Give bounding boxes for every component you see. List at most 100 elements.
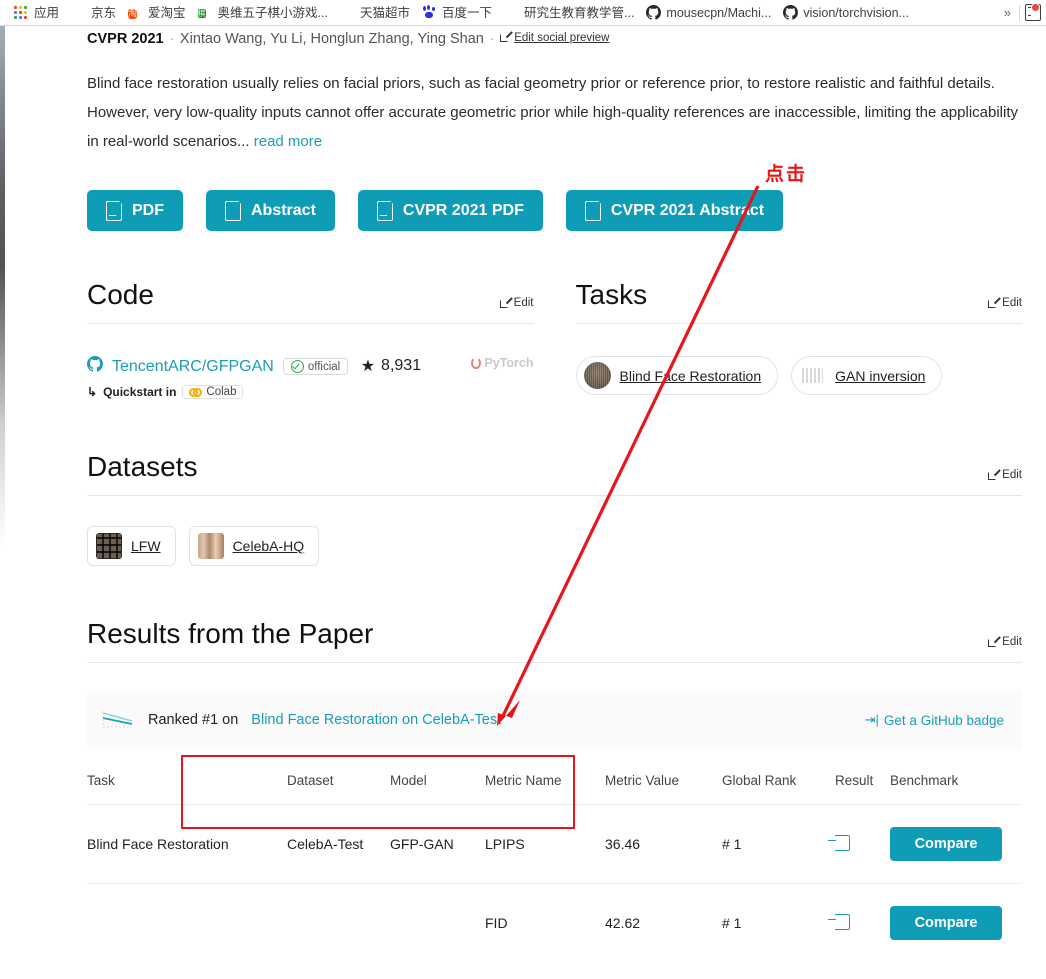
extension-icon[interactable]: [1020, 0, 1046, 26]
code-section: Code Edit TencentARC/GFPGAN official ↳ Q…: [87, 279, 534, 399]
bookmark-item-baidu[interactable]: 百度一下: [416, 3, 498, 22]
results-table: Task Dataset Model Metric Name Metric Va…: [87, 773, 1022, 962]
apps-grid-icon: [14, 5, 29, 20]
pytorch-icon: [471, 357, 482, 369]
task-chip-row: Blind Face Restoration GAN inversion: [575, 356, 1023, 395]
cell-model: GFP-GAN: [390, 836, 454, 852]
tasks-section-header: Tasks Edit: [575, 279, 1022, 324]
cell-metric-name: FID: [485, 883, 605, 962]
edit-tasks-label: Edit: [1002, 297, 1022, 309]
column-header-task: Task: [87, 773, 287, 805]
rank-banner-left: Ranked #1 on Blind Face Restoration on C…: [101, 709, 501, 731]
bookmark-item-game[interactable]: 棋 奥维五子棋小游戏...: [192, 3, 334, 22]
task-chip-label: Blind Face Restoration: [619, 367, 762, 384]
bookmark-item-jd[interactable]: 京东: [65, 3, 122, 22]
edit-results-link[interactable]: Edit: [988, 636, 1022, 650]
task-chip-blind-face-restoration[interactable]: Blind Face Restoration: [575, 356, 779, 395]
cvpr-pdf-button-label: CVPR 2021 PDF: [402, 201, 524, 219]
cell-result: [828, 805, 890, 884]
cell-result: [828, 883, 890, 962]
bookmark-item-taobao[interactable]: 淘 爱淘宝: [122, 3, 192, 22]
framework-badge: PyTorch: [471, 356, 534, 370]
cell-model: [390, 883, 485, 962]
authors-label: Xintao Wang, Yu Li, Honglun Zhang, Ying …: [179, 31, 484, 47]
bookmark-label: mousecpn/Machi...: [666, 5, 772, 20]
compare-button[interactable]: Compare: [890, 906, 1002, 940]
bookmark-label: 应用: [34, 5, 60, 20]
pdf-file-icon: [376, 199, 394, 221]
code-and-tasks-row: Code Edit TencentARC/GFPGAN official ↳ Q…: [87, 279, 1022, 399]
pencil-icon: [988, 637, 999, 648]
results-section: Results from the Paper Edit Ranked #1 on…: [87, 618, 1022, 962]
task-chip-label: GAN inversion: [835, 367, 926, 384]
bookmark-label: 研究生教育教学管...: [524, 5, 635, 20]
column-header-dataset: Dataset: [287, 773, 390, 805]
bookmark-label: 奥维五子棋小游戏...: [217, 5, 328, 20]
edit-datasets-label: Edit: [1002, 469, 1022, 481]
column-header-result: Result: [835, 773, 890, 805]
dataset-card-celeba-hq[interactable]: CelebA-HQ: [188, 526, 320, 566]
cvpr-pdf-button[interactable]: CVPR 2021 PDF: [357, 190, 543, 231]
cell-metric-value: 42.62: [605, 883, 722, 962]
edit-results-label: Edit: [1002, 636, 1022, 648]
bookmark-item-tmall[interactable]: 天猫超市: [334, 3, 416, 22]
compare-button[interactable]: Compare: [890, 827, 1002, 861]
cell-metric-value: 36.46: [605, 836, 641, 852]
pdf-button[interactable]: PDF: [87, 190, 183, 231]
github-icon: [646, 5, 662, 20]
cell-global-rank: # 1: [722, 883, 835, 962]
meta-separator: ·: [489, 31, 495, 46]
rank-benchmark-link[interactable]: Blind Face Restoration on CelebA-Test: [251, 712, 501, 728]
edit-social-preview-label: Edit social preview: [514, 31, 610, 44]
edit-social-preview-link[interactable]: Edit social preview: [500, 32, 609, 44]
bookmark-item-mousecpn[interactable]: mousecpn/Machi...: [640, 3, 777, 22]
file-icon: [584, 199, 602, 221]
quickstart-label: Quickstart in: [103, 385, 177, 399]
green-app-icon: 棋: [197, 9, 206, 18]
dataset-card-row: LFW CelebA-HQ: [87, 526, 1022, 566]
table-row: Blind Face Restoration CelebA-Test GFP-G…: [87, 805, 1022, 884]
check-circle-icon: [290, 360, 304, 373]
pdf-button-label: PDF: [132, 201, 164, 219]
repo-link[interactable]: TencentARC/GFPGAN: [112, 358, 274, 376]
corner-arrow-icon: ↳: [87, 385, 98, 399]
bookmark-label: 爱淘宝: [148, 5, 186, 20]
code-section-title: Code: [87, 279, 154, 310]
dataset-card-label: LFW: [131, 538, 161, 554]
meta-separator: ·: [169, 31, 174, 46]
datasets-section-header: Datasets Edit: [87, 451, 1022, 496]
colab-label: Colab: [206, 386, 237, 398]
bookmark-item-edu[interactable]: 研究生教育教学管...: [498, 3, 640, 22]
enter-arrow-icon: [828, 834, 850, 851]
bookmarks-overflow-button[interactable]: »: [995, 5, 1019, 20]
abstract-button[interactable]: Abstract: [206, 190, 335, 231]
column-header-global-rank: Global Rank: [722, 773, 835, 805]
cell-global-rank: # 1: [722, 836, 742, 852]
result-detail-link[interactable]: [828, 834, 850, 854]
face-thumbnail-icon: [583, 362, 611, 389]
bookmark-bar: 应用 京东 淘 爱淘宝 棋 奥维五子棋小游戏... 天猫超市 百度一下 研究生教…: [0, 0, 1046, 26]
baidu-paw-icon: [422, 5, 437, 20]
framework-label: PyTorch: [484, 356, 534, 370]
read-more-link[interactable]: read more: [254, 133, 322, 150]
edit-tasks-link[interactable]: Edit: [988, 297, 1022, 311]
bookmark-item-torchvision[interactable]: vision/torchvision...: [777, 3, 915, 22]
cvpr-abstract-button[interactable]: CVPR 2021 Abstract: [565, 190, 784, 231]
get-github-badge-link[interactable]: ⇥| Get a GitHub badge: [865, 712, 1004, 728]
task-chip-gan-inversion[interactable]: GAN inversion: [791, 356, 943, 395]
star-icon: ★: [360, 358, 376, 375]
official-badge: official: [282, 358, 349, 375]
file-icon: [225, 199, 242, 221]
result-detail-link[interactable]: [828, 913, 850, 933]
edit-code-link[interactable]: Edit: [499, 297, 534, 311]
edit-datasets-link[interactable]: Edit: [988, 469, 1022, 483]
dataset-card-lfw[interactable]: LFW: [87, 526, 176, 566]
taobao-icon: 淘: [128, 9, 138, 19]
bookmark-label: 京东: [91, 5, 117, 20]
venue-label[interactable]: CVPR 2021: [87, 31, 164, 47]
rank-prefix-label: Ranked #1 on: [148, 712, 239, 728]
colab-badge[interactable]: Colab: [182, 385, 244, 399]
bookmark-item-apps[interactable]: 应用: [8, 3, 65, 22]
edit-code-label: Edit: [513, 297, 534, 309]
star-count: 8,931: [381, 357, 422, 374]
